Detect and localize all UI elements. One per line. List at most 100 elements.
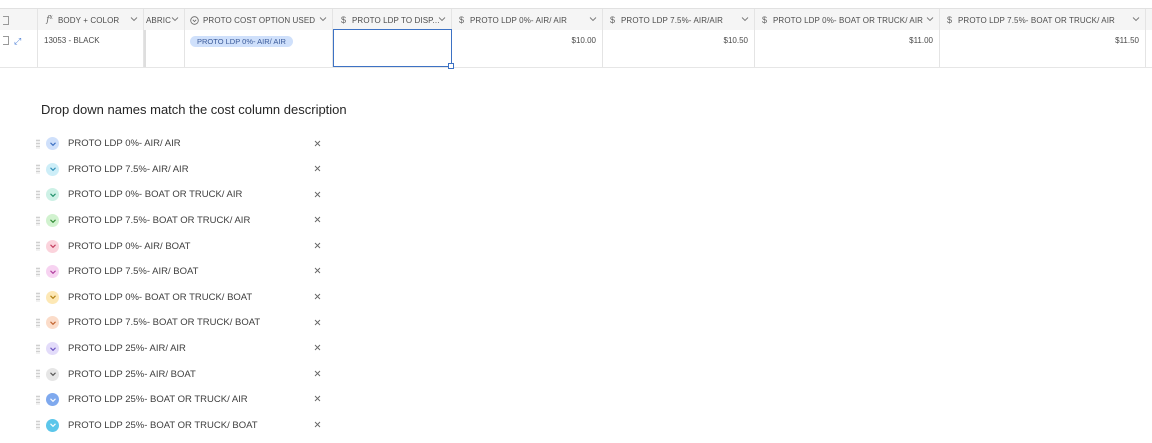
option-color-badge[interactable]: [46, 162, 59, 176]
close-icon[interactable]: [312, 266, 322, 276]
close-icon[interactable]: [312, 317, 322, 327]
cell-value: 13053 - BLACK: [44, 36, 100, 45]
cell-proto-cost-option[interactable]: PROTO LDP 0%- AIR/ AIR: [185, 30, 333, 67]
expand-record-icon[interactable]: ⤢: [14, 36, 21, 47]
select-all-checkbox[interactable]: [3, 15, 9, 25]
drag-handle-icon[interactable]: [36, 215, 40, 226]
option-label[interactable]: PROTO LDP 7.5%- BOAT OR TRUCK/ BOAT: [68, 317, 260, 328]
list-item[interactable]: PROTO LDP 0%- BOAT OR TRUCK/ BOAT: [36, 285, 336, 311]
list-item[interactable]: PROTO LDP 7.5%- BOAT OR TRUCK/ BOAT: [36, 310, 336, 336]
option-color-badge[interactable]: [46, 367, 59, 381]
column-header-label: PROTO COST OPTION USED: [203, 15, 316, 25]
close-icon[interactable]: [312, 394, 322, 404]
close-icon[interactable]: [312, 240, 322, 250]
column-header-ldp75-air-air[interactable]: $ PROTO LDP 7.5%- AIR/AIR: [603, 9, 755, 31]
chevron-down-icon[interactable]: [589, 15, 597, 23]
option-label[interactable]: PROTO LDP 0%- AIR/ AIR: [68, 138, 181, 149]
row-checkbox[interactable]: [3, 36, 9, 45]
active-cell-editor[interactable]: [333, 29, 454, 69]
list-item[interactable]: PROTO LDP 25%- AIR/ AIR: [36, 336, 336, 362]
table-row[interactable]: ⤢ 13053 - BLACK PROTO LDP 0%- AIR/ AIR $…: [0, 30, 1152, 68]
list-item[interactable]: PROTO LDP 0%- AIR/ AIR: [36, 131, 336, 157]
option-label[interactable]: PROTO LDP 25%- AIR/ BOAT: [68, 369, 196, 380]
option-color-badge[interactable]: [46, 214, 59, 228]
drag-handle-icon[interactable]: [36, 241, 40, 252]
column-header-proto-cost-option[interactable]: PROTO COST OPTION USED: [185, 9, 333, 31]
list-item[interactable]: PROTO LDP 7.5%- AIR/ AIR: [36, 157, 336, 183]
select-option-pill[interactable]: PROTO LDP 0%- AIR/ AIR: [190, 36, 293, 47]
currency-icon: $: [609, 15, 616, 25]
column-header-label: ABRIC: [146, 15, 171, 25]
list-item[interactable]: PROTO LDP 0%- AIR/ BOAT: [36, 233, 336, 259]
option-label[interactable]: PROTO LDP 0%- BOAT OR TRUCK/ AIR: [68, 189, 242, 200]
currency-icon: $: [458, 15, 465, 25]
list-item[interactable]: PROTO LDP 0%- BOAT OR TRUCK/ AIR: [36, 182, 336, 208]
drag-handle-icon[interactable]: [36, 266, 40, 277]
column-header-label: PROTO LDP TO DISP...: [352, 15, 440, 25]
close-icon[interactable]: [312, 189, 322, 199]
drag-handle-icon[interactable]: [36, 138, 40, 149]
option-color-badge[interactable]: [46, 239, 59, 253]
close-icon[interactable]: [312, 420, 322, 430]
cell-fabric[interactable]: [144, 30, 185, 67]
option-color-badge[interactable]: [46, 265, 59, 279]
cell-ldp75-air-air[interactable]: $10.50: [603, 30, 755, 67]
drag-handle-icon[interactable]: [36, 189, 40, 200]
chevron-down-icon[interactable]: [1132, 15, 1140, 23]
option-color-badge[interactable]: [46, 290, 59, 304]
column-header-label: BODY + COLOR: [58, 15, 120, 25]
option-label[interactable]: PROTO LDP 25%- BOAT OR TRUCK/ AIR: [68, 394, 248, 405]
cell-body-color[interactable]: 13053 - BLACK: [38, 30, 144, 67]
column-header-body-color[interactable]: fx BODY + COLOR: [38, 9, 144, 31]
option-color-badge[interactable]: [46, 342, 59, 356]
drag-handle-icon[interactable]: [36, 394, 40, 405]
column-header-ldp0-air-air[interactable]: $ PROTO LDP 0%- AIR/ AIR: [452, 9, 603, 31]
option-color-badge[interactable]: [46, 188, 59, 202]
close-icon[interactable]: [312, 368, 322, 378]
option-color-badge[interactable]: [46, 418, 59, 432]
option-color-badge[interactable]: [46, 393, 59, 407]
close-icon[interactable]: [312, 215, 322, 225]
chevron-down-icon[interactable]: [741, 15, 749, 23]
close-icon[interactable]: [312, 164, 322, 174]
option-label[interactable]: PROTO LDP 25%- AIR/ AIR: [68, 343, 186, 354]
option-label[interactable]: PROTO LDP 7.5%- AIR/ BOAT: [68, 266, 198, 277]
drag-handle-icon[interactable]: [36, 343, 40, 354]
cell-value: $10.00: [571, 36, 596, 45]
option-color-badge[interactable]: [46, 137, 59, 151]
option-label[interactable]: PROTO LDP 0%- BOAT OR TRUCK/ BOAT: [68, 292, 252, 303]
column-header-ldp75-boat-air[interactable]: $ PROTO LDP 7.5%- BOAT OR TRUCK/ AIR: [940, 9, 1146, 31]
chevron-down-icon[interactable]: [171, 15, 179, 23]
select-all-cell[interactable]: [0, 9, 38, 31]
chevron-down-icon[interactable]: [319, 15, 327, 23]
close-icon[interactable]: [312, 343, 322, 353]
column-header-fabric[interactable]: ABRIC: [144, 9, 185, 31]
option-color-badge[interactable]: [46, 316, 59, 330]
drag-handle-icon[interactable]: [36, 164, 40, 175]
option-label[interactable]: PROTO LDP 7.5%- BOAT OR TRUCK/ AIR: [68, 215, 250, 226]
column-header-ldp0-boat-air[interactable]: $ PROTO LDP 0%- BOAT OR TRUCK/ AIR: [755, 9, 940, 31]
chevron-down-icon[interactable]: [438, 15, 446, 23]
list-item[interactable]: PROTO LDP 25%- AIR/ BOAT: [36, 361, 336, 387]
drag-handle-icon[interactable]: [36, 420, 40, 431]
drag-handle-icon[interactable]: [36, 292, 40, 303]
list-item[interactable]: PROTO LDP 7.5%- AIR/ BOAT: [36, 259, 336, 285]
list-item[interactable]: PROTO LDP 7.5%- BOAT OR TRUCK/ AIR: [36, 208, 336, 234]
cell-ldp0-air-air[interactable]: $10.00: [452, 30, 603, 67]
close-icon[interactable]: [312, 138, 322, 148]
cell-ldp75-boat-air[interactable]: $11.50: [940, 30, 1146, 67]
option-label[interactable]: PROTO LDP 0%- AIR/ BOAT: [68, 241, 190, 252]
option-label[interactable]: PROTO LDP 7.5%- AIR/ AIR: [68, 164, 189, 175]
chevron-down-icon[interactable]: [926, 15, 934, 23]
column-header-proto-ldp-to-disp[interactable]: $ PROTO LDP TO DISP...: [333, 9, 452, 31]
fill-handle[interactable]: [448, 63, 454, 69]
close-icon[interactable]: [312, 292, 322, 302]
option-label[interactable]: PROTO LDP 25%- BOAT OR TRUCK/ BOAT: [68, 420, 258, 431]
list-item[interactable]: PROTO LDP 25%- BOAT OR TRUCK/ AIR: [36, 387, 336, 413]
row-select-cell[interactable]: ⤢: [0, 30, 38, 67]
drag-handle-icon[interactable]: [36, 369, 40, 380]
cell-ldp0-boat-air[interactable]: $11.00: [755, 30, 940, 67]
list-item[interactable]: PROTO LDP 25%- BOAT OR TRUCK/ BOAT: [36, 413, 336, 439]
chevron-down-icon[interactable]: [130, 15, 138, 23]
drag-handle-icon[interactable]: [36, 317, 40, 328]
